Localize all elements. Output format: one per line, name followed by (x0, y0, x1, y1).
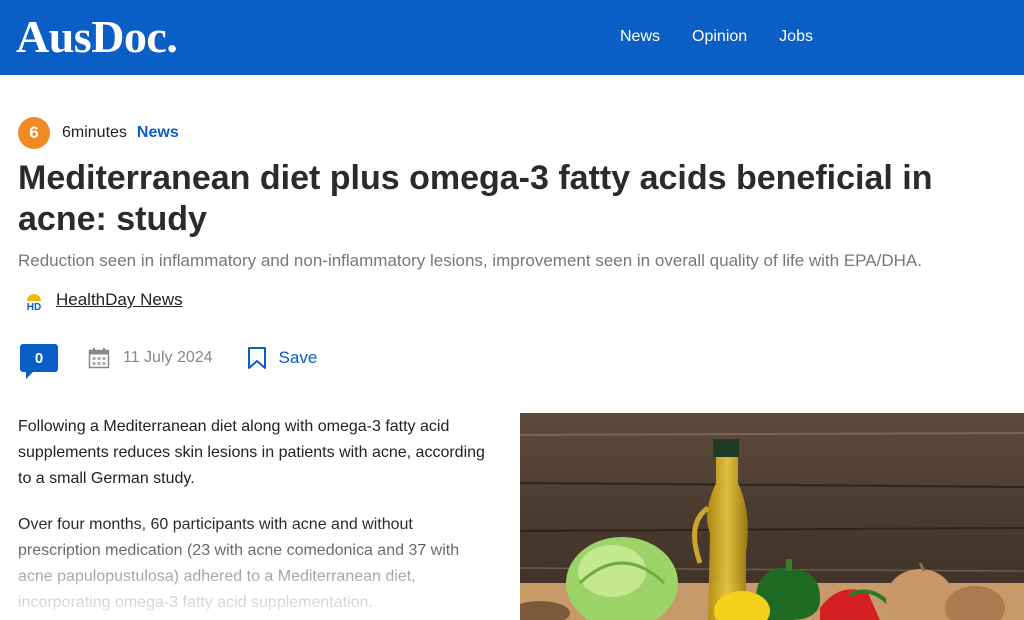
comment-count: 0 (34, 349, 44, 367)
main-nav: News Opinion Jobs (620, 27, 813, 47)
comment-count-button[interactable]: 0 (20, 344, 58, 379)
category-link[interactable]: News (137, 124, 179, 142)
article-hero-image (520, 413, 1024, 620)
calendar-icon (88, 347, 110, 369)
read-time-badge: 6 (18, 117, 50, 149)
healthday-logo-icon: HD (22, 288, 46, 313)
article-paragraph: Over four months, 60 participants with a… (18, 516, 460, 611)
publish-date: 11 July 2024 (123, 349, 213, 366)
source-byline: HD HealthDay News (22, 288, 183, 313)
article-body: Following a Mediterranean diet along wit… (18, 414, 493, 620)
article-title: Mediterranean diet plus omega-3 fatty ac… (18, 159, 933, 238)
nav-news[interactable]: News (620, 27, 660, 47)
article-meta: 6 6minutes News (18, 117, 179, 149)
article-actions: 0 11 July 2024 Save (20, 340, 318, 379)
ausdoc-logo[interactable]: AusDoc. (16, 12, 178, 62)
read-time-label: 6minutes (62, 124, 127, 141)
save-button[interactable]: Save (279, 348, 318, 368)
bookmark-icon[interactable] (247, 346, 267, 370)
nav-opinion[interactable]: Opinion (692, 27, 747, 47)
article-paragraph: Following a Mediterranean diet along wit… (18, 418, 485, 487)
nav-jobs[interactable]: Jobs (779, 27, 813, 47)
article-subtitle: Reduction seen in inflammatory and non-i… (18, 251, 922, 270)
source-link[interactable]: HealthDay News (56, 290, 183, 310)
healthday-logo-text: HD (27, 302, 41, 312)
site-header: AusDoc. News Opinion Jobs (0, 0, 1024, 75)
